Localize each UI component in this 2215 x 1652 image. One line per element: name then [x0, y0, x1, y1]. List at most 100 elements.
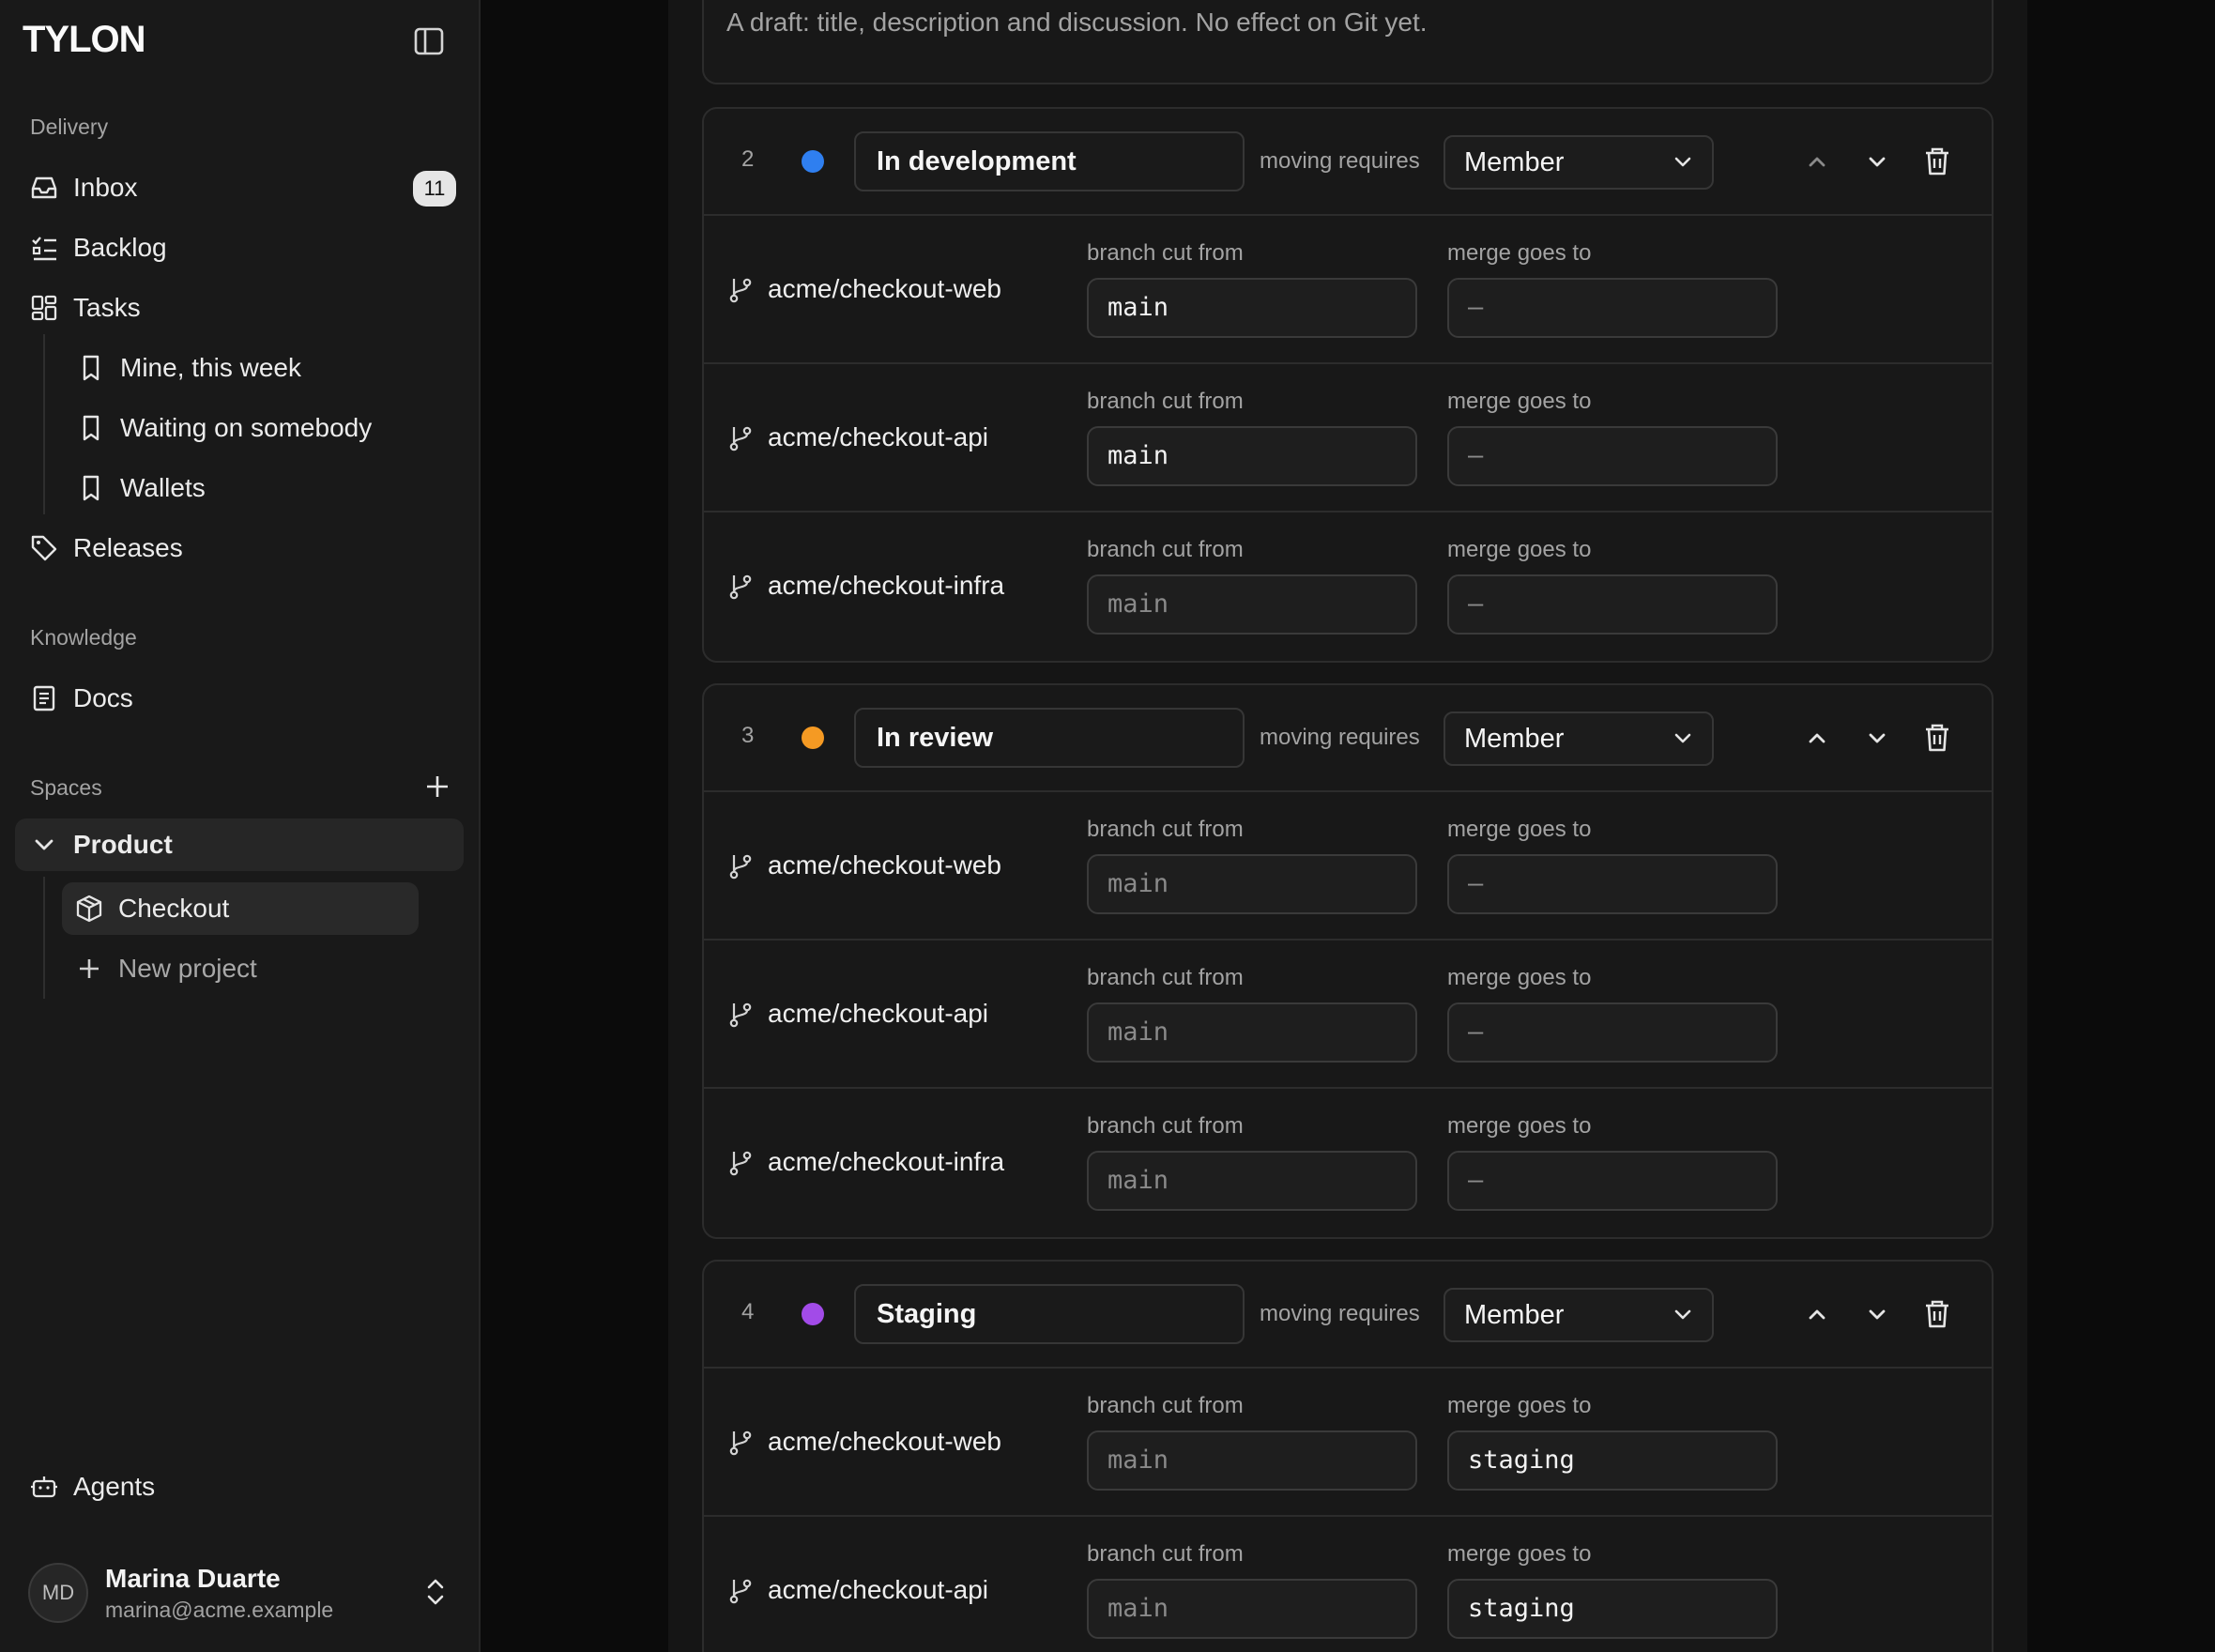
- bot-icon: [30, 1473, 58, 1501]
- move-up-chevron-up-icon[interactable]: [1800, 721, 1834, 755]
- merge-goes-to-field[interactable]: —: [1447, 1151, 1778, 1211]
- repo-row: acme/checkout-web branch cut from merge go…: [704, 1369, 1992, 1517]
- repo-row: acme/checkout-api branch cut from merge go…: [704, 364, 1992, 512]
- nav-item-space-product[interactable]: Product: [15, 818, 464, 871]
- chevron-down-icon: [1671, 150, 1695, 175]
- stage-header: 4 Staging moving requires Member: [704, 1262, 1992, 1369]
- delete-trash-icon[interactable]: [1920, 1297, 1954, 1331]
- nav-item-tasks[interactable]: Tasks: [15, 282, 464, 334]
- section-label-spaces: Spaces: [30, 775, 102, 800]
- repo-row: acme/checkout-web branch cut from merge go…: [704, 792, 1992, 941]
- merge-goes-to-label: merge goes to: [1447, 817, 1592, 842]
- repo-row: acme/checkout-web branch cut from merge go…: [704, 216, 1992, 364]
- repo-row: acme/checkout-api branch cut from merge go…: [704, 1517, 1992, 1652]
- stage-name-input[interactable]: In review: [854, 708, 1245, 768]
- branch-cut-from-field[interactable]: main: [1087, 278, 1417, 338]
- document-icon: [30, 684, 58, 712]
- git-branch-icon: [726, 1429, 755, 1457]
- merge-goes-to-label: merge goes to: [1447, 240, 1592, 266]
- chevron-down-icon: [1671, 727, 1695, 751]
- role-select[interactable]: Member: [1444, 135, 1714, 190]
- branch-cut-from-label: branch cut from: [1087, 1113, 1244, 1139]
- merge-goes-to-field[interactable]: —: [1447, 1002, 1778, 1063]
- section-label-delivery: Delivery: [30, 115, 109, 139]
- sidebar-toggle-icon[interactable]: [413, 26, 447, 56]
- stage-header: 3 In review moving requires Member: [704, 685, 1992, 792]
- nav-item-new-project[interactable]: New project: [62, 942, 419, 995]
- bookmark-icon: [77, 354, 105, 382]
- move-down-chevron-down-icon[interactable]: [1860, 145, 1894, 178]
- branch-cut-from-label: branch cut from: [1087, 1541, 1244, 1567]
- branch-cut-from-field[interactable]: main: [1087, 1430, 1417, 1491]
- branch-cut-from-field[interactable]: main: [1087, 1002, 1417, 1063]
- merge-goes-to-field[interactable]: staging: [1447, 1579, 1778, 1639]
- merge-goes-to-label: merge goes to: [1447, 389, 1592, 414]
- merge-goes-to-field[interactable]: —: [1447, 574, 1778, 635]
- move-up-chevron-up-icon[interactable]: [1800, 1297, 1834, 1331]
- branch-cut-from-field[interactable]: main: [1087, 1151, 1417, 1211]
- nav-item-releases[interactable]: Releases: [15, 522, 464, 574]
- delete-trash-icon[interactable]: [1920, 145, 1954, 178]
- layout-dashboard-icon: [30, 294, 58, 322]
- stage-number: 2: [741, 146, 755, 172]
- user-name: Marina Duarte: [105, 1563, 281, 1593]
- nav-label: Checkout: [118, 894, 230, 923]
- role-select-value: Member: [1464, 1300, 1565, 1330]
- branch-cut-from-field[interactable]: main: [1087, 854, 1417, 914]
- section-label-knowledge: Knowledge: [30, 625, 137, 650]
- nav-label: New project: [118, 954, 257, 983]
- move-down-chevron-down-icon[interactable]: [1860, 721, 1894, 755]
- branch-cut-from-field[interactable]: main: [1087, 426, 1417, 486]
- nav-item-inbox[interactable]: Inbox 11: [15, 161, 464, 214]
- git-branch-icon: [726, 1577, 755, 1605]
- nav-item-view-mine-this-week[interactable]: Mine, this week: [15, 342, 464, 394]
- tag-icon: [30, 534, 58, 562]
- stage-name-input[interactable]: In development: [854, 131, 1245, 191]
- merge-goes-to-label: merge goes to: [1447, 537, 1592, 562]
- merge-goes-to-field[interactable]: staging: [1447, 1430, 1778, 1491]
- nav-label: Tasks: [73, 293, 141, 322]
- merge-goes-to-field[interactable]: —: [1447, 278, 1778, 338]
- draft-description: A draft: title, description and discussi…: [726, 8, 1428, 37]
- stage-color-dot[interactable]: [802, 1303, 824, 1325]
- avatar: MD: [28, 1563, 88, 1623]
- branch-cut-from-field[interactable]: main: [1087, 1579, 1417, 1639]
- stage-card: 3 In review moving requires Member acme/chec…: [702, 683, 1994, 1239]
- repo-row: acme/checkout-infra branch cut from merge …: [704, 512, 1992, 661]
- list-checks-icon: [30, 234, 58, 262]
- package-icon: [75, 895, 103, 923]
- branch-cut-from-label: branch cut from: [1087, 965, 1244, 990]
- git-branch-icon: [726, 424, 755, 452]
- move-down-chevron-down-icon[interactable]: [1860, 1297, 1894, 1331]
- delete-trash-icon[interactable]: [1920, 721, 1954, 755]
- role-select[interactable]: Member: [1444, 1288, 1714, 1342]
- nav-item-docs[interactable]: Docs: [15, 672, 464, 725]
- merge-goes-to-field[interactable]: —: [1447, 426, 1778, 486]
- moving-requires-label: moving requires: [1260, 725, 1420, 750]
- repo-name: acme/checkout-web: [768, 1427, 1002, 1456]
- merge-goes-to-field[interactable]: —: [1447, 854, 1778, 914]
- merge-goes-to-label: merge goes to: [1447, 1541, 1592, 1567]
- nav-item-view-waiting-on-somebody[interactable]: Waiting on somebody: [15, 402, 464, 454]
- user-menu[interactable]: MD Marina Duarte marina@acme.example: [28, 1558, 460, 1628]
- branch-cut-from-field[interactable]: main: [1087, 574, 1417, 635]
- nav-item-backlog[interactable]: Backlog: [15, 222, 464, 274]
- stage-color-dot[interactable]: [802, 150, 824, 173]
- nav-item-view-wallets[interactable]: Wallets: [15, 462, 464, 514]
- role-select[interactable]: Member: [1444, 711, 1714, 766]
- nav-label: Releases: [73, 533, 183, 562]
- stage-number: 3: [741, 723, 755, 748]
- plus-icon: [75, 955, 103, 983]
- branch-cut-from-label: branch cut from: [1087, 240, 1244, 266]
- branch-cut-from-label: branch cut from: [1087, 1393, 1244, 1418]
- nav-item-project-checkout[interactable]: Checkout: [62, 882, 419, 935]
- stage-name-input[interactable]: Staging: [854, 1284, 1245, 1344]
- repo-name: acme/checkout-web: [768, 274, 1002, 303]
- chevrons-up-down-icon[interactable]: [419, 1575, 452, 1609]
- nav-item-agents[interactable]: Agents: [15, 1461, 464, 1513]
- stage-color-dot[interactable]: [802, 727, 824, 749]
- move-up-chevron-up-icon[interactable]: [1800, 145, 1834, 178]
- repo-name: acme/checkout-api: [768, 422, 989, 451]
- git-branch-icon: [726, 573, 755, 601]
- add-space-plus-icon[interactable]: [422, 772, 452, 802]
